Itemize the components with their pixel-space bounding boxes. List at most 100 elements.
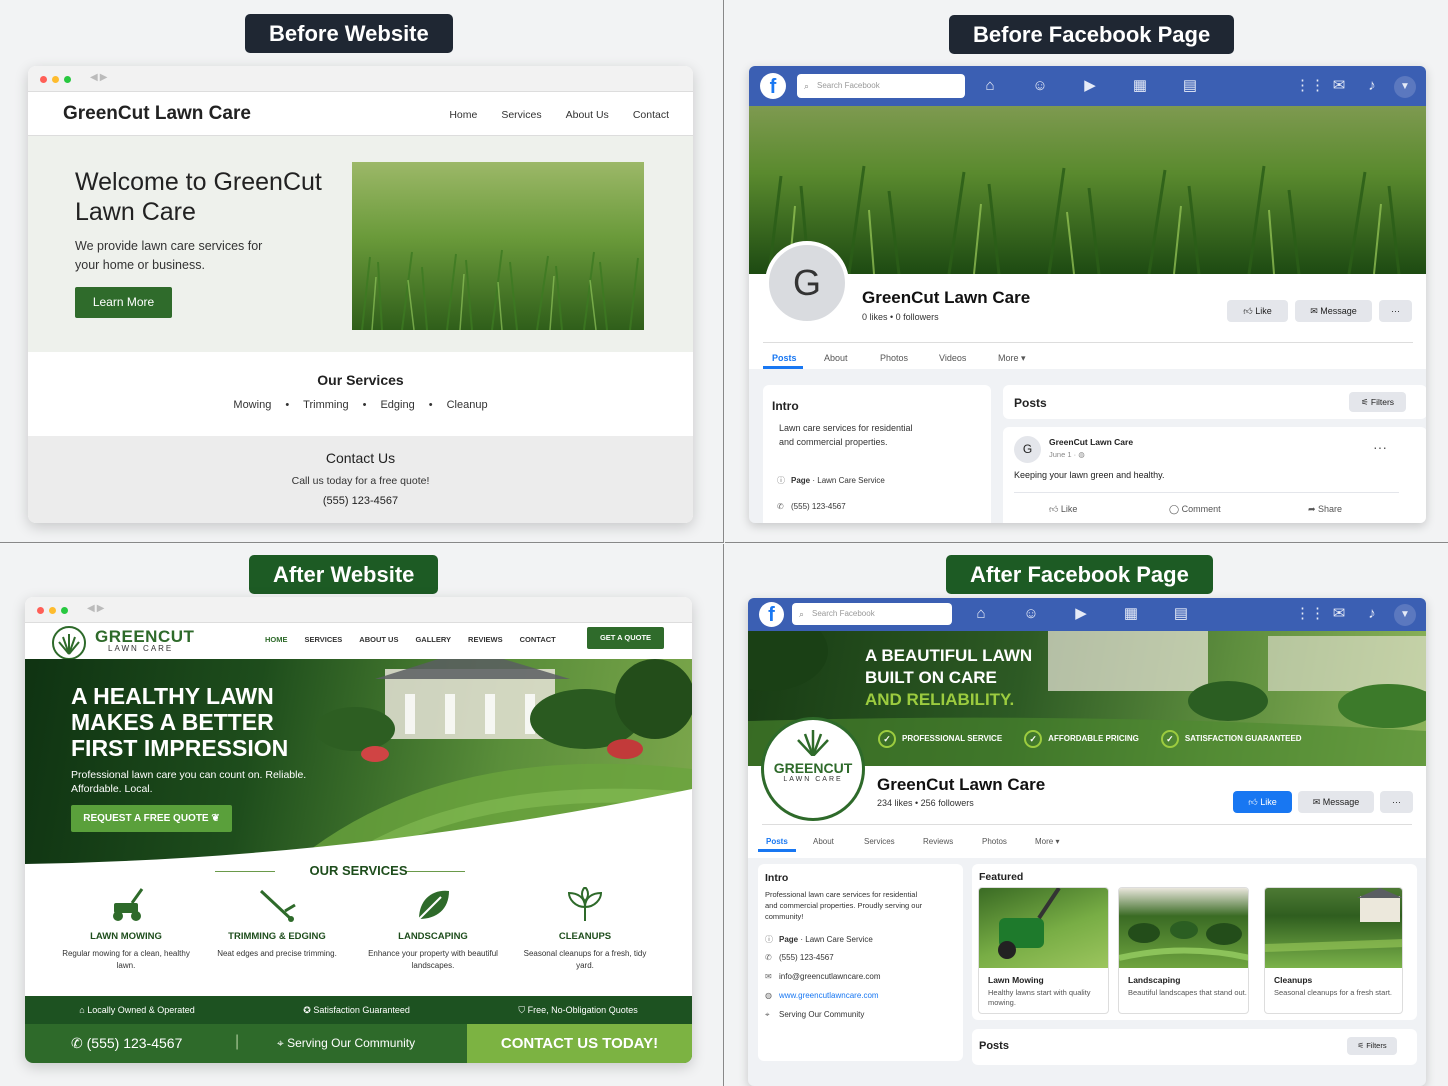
maximize-dot[interactable]: [64, 76, 71, 83]
tab-videos[interactable]: Videos: [939, 353, 998, 364]
nav-home[interactable]: Home: [449, 109, 477, 121]
phone-label[interactable]: (555) 123-4567: [791, 502, 846, 511]
grass-logo-icon[interactable]: [52, 626, 86, 660]
marketplace-icon[interactable]: ▦: [1120, 604, 1142, 624]
facebook-logo-icon[interactable]: f: [759, 602, 784, 627]
contact-us-button[interactable]: CONTACT US TODAY!: [467, 1024, 692, 1063]
profile-logo[interactable]: GREENCUT LAWN CARE: [761, 717, 865, 821]
contact-phone[interactable]: (555) 123-4567: [28, 495, 693, 507]
video-icon[interactable]: ▶: [1070, 604, 1092, 624]
nav-about[interactable]: About Us: [566, 109, 609, 121]
nav-home[interactable]: HOME: [265, 635, 288, 644]
bullet-separator: •: [285, 399, 290, 411]
service-card[interactable]: TRIMMING & EDGING Neat edges and precise…: [207, 887, 347, 960]
marketplace-icon[interactable]: ▦: [1129, 76, 1151, 96]
post-avatar[interactable]: G: [1014, 436, 1041, 463]
facebook-logo-icon[interactable]: f: [760, 73, 786, 99]
learn-more-button[interactable]: Learn More: [75, 287, 172, 318]
website-link[interactable]: www.greencutlawncare.com: [779, 991, 879, 1000]
home-icon[interactable]: ⌂: [979, 76, 1001, 96]
back-forward-icon[interactable]: ◀▶: [87, 603, 106, 614]
close-dot[interactable]: [37, 607, 44, 614]
chevron-down-icon[interactable]: ▼: [1394, 76, 1416, 98]
video-icon[interactable]: ▶: [1079, 76, 1101, 96]
services-title: Our Services: [317, 372, 404, 388]
more-options-button[interactable]: ···: [1380, 791, 1413, 813]
tab-services[interactable]: Services: [864, 837, 923, 846]
intro-card: Intro Professional lawn care services fo…: [758, 864, 963, 1061]
nav-about[interactable]: ABOUT US: [359, 635, 398, 644]
featured-item[interactable]: Landscaping Beautiful landscapes that st…: [1118, 887, 1249, 1014]
after-facebook-panel: After Facebook Page f ⌕ Search Facebook ⌂…: [725, 544, 1448, 1086]
chevron-down-icon[interactable]: ▼: [1394, 604, 1416, 626]
nav-reviews[interactable]: REVIEWS: [468, 635, 503, 644]
nav-contact[interactable]: CONTACT: [520, 635, 556, 644]
after-website-panel: After Website ◀▶ GREENCUT LAWN CARE HOME…: [0, 544, 724, 1086]
site-brand[interactable]: GreenCut Lawn Care: [63, 103, 251, 125]
back-forward-icon[interactable]: ◀▶: [90, 72, 109, 83]
hero-text: Professional lawn care you can count on.…: [71, 769, 307, 795]
nav-services[interactable]: Services: [501, 109, 541, 121]
tab-posts[interactable]: Posts: [766, 837, 813, 846]
phone-label[interactable]: (555) 123-4567: [779, 953, 834, 962]
tab-photos[interactable]: Photos: [880, 353, 939, 364]
facebook-topbar: f ⌕ Search Facebook ⌂ ☺ ▶ ▦ ▤ ⋮⋮ ✉ ♪ ▼: [748, 598, 1426, 631]
message-button[interactable]: ✉ Message: [1298, 791, 1374, 813]
info-icon: ⓘ: [777, 476, 785, 485]
friends-icon[interactable]: ☺: [1029, 76, 1051, 96]
like-button[interactable]: 👍︎ Like: [1227, 300, 1288, 322]
messenger-icon[interactable]: ✉: [1328, 604, 1350, 624]
tab-about[interactable]: About: [813, 837, 864, 846]
tab-posts[interactable]: Posts: [772, 353, 824, 364]
nav-contact[interactable]: Contact: [633, 109, 669, 121]
service-card[interactable]: CLEANUPS Seasonal cleanups for a fresh, …: [515, 885, 655, 972]
filters-button[interactable]: ⚟ Filters: [1347, 1037, 1397, 1055]
message-label: Message: [1320, 306, 1357, 316]
minimize-dot[interactable]: [52, 76, 59, 83]
tab-reviews[interactable]: Reviews: [923, 837, 982, 846]
email-label[interactable]: info@greencutlawncare.com: [779, 972, 881, 981]
post-share-button[interactable]: ➦ Share: [1308, 504, 1342, 515]
service-card[interactable]: LAWN MOWING Regular mowing for a clean, …: [56, 887, 196, 972]
post-like-button[interactable]: 👍︎ Like: [1049, 504, 1077, 515]
post-comment-button[interactable]: ◯ Comment: [1169, 504, 1221, 515]
featured-item[interactable]: Lawn Mowing Healthy lawns start with qua…: [978, 887, 1109, 1014]
posts-title: Posts: [1014, 396, 1047, 410]
maximize-dot[interactable]: [61, 607, 68, 614]
nav-services[interactable]: SERVICES: [305, 635, 343, 644]
intro-text: Lawn care services for residential and c…: [779, 423, 913, 447]
featured-item[interactable]: Cleanups Seasonal cleanups for a fresh s…: [1264, 887, 1403, 1014]
post-author[interactable]: GreenCut Lawn Care: [1049, 437, 1133, 447]
close-dot[interactable]: [40, 76, 47, 83]
bell-icon[interactable]: ♪: [1361, 604, 1383, 624]
tab-more[interactable]: More ▾: [998, 353, 1048, 364]
nav-gallery[interactable]: GALLERY: [415, 635, 451, 644]
request-quote-button[interactable]: REQUEST A FREE QUOTE ❦: [71, 805, 232, 832]
facebook-search-input[interactable]: ⌕ Search Facebook: [792, 603, 952, 625]
messenger-icon: ✉: [1310, 306, 1321, 316]
bell-icon[interactable]: ♪: [1361, 76, 1383, 96]
home-icon[interactable]: ⌂: [970, 604, 992, 624]
news-icon[interactable]: ▤: [1170, 604, 1192, 624]
phone-link[interactable]: ✆ (555) 123-4567: [71, 1035, 182, 1052]
like-button[interactable]: 👍︎ Like: [1233, 791, 1292, 813]
tab-more[interactable]: More ▾: [1035, 837, 1085, 846]
get-quote-button[interactable]: GET A QUOTE: [587, 627, 664, 649]
trust-item: ✪ Satisfaction Guaranteed: [303, 1005, 410, 1016]
news-icon[interactable]: ▤: [1179, 76, 1201, 96]
friends-icon[interactable]: ☺: [1020, 604, 1042, 624]
message-button[interactable]: ✉ Message: [1295, 300, 1372, 322]
profile-avatar[interactable]: G: [765, 241, 849, 325]
more-options-button[interactable]: ···: [1379, 300, 1412, 322]
post-options-icon[interactable]: ···: [1373, 439, 1387, 455]
messenger-icon[interactable]: ✉: [1328, 76, 1350, 96]
menu-grid-icon[interactable]: ⋮⋮: [1295, 604, 1325, 624]
filters-button[interactable]: ⚟ Filters: [1349, 392, 1406, 412]
tab-about[interactable]: About: [824, 353, 880, 364]
minimize-dot[interactable]: [49, 607, 56, 614]
facebook-search-input[interactable]: ⌕ Search Facebook: [797, 74, 965, 98]
menu-grid-icon[interactable]: ⋮⋮: [1295, 76, 1325, 96]
logo-name: GREENCUT: [773, 760, 853, 776]
tab-photos[interactable]: Photos: [982, 837, 1035, 846]
service-card[interactable]: LANDSCAPING Enhance your property with b…: [363, 887, 503, 972]
